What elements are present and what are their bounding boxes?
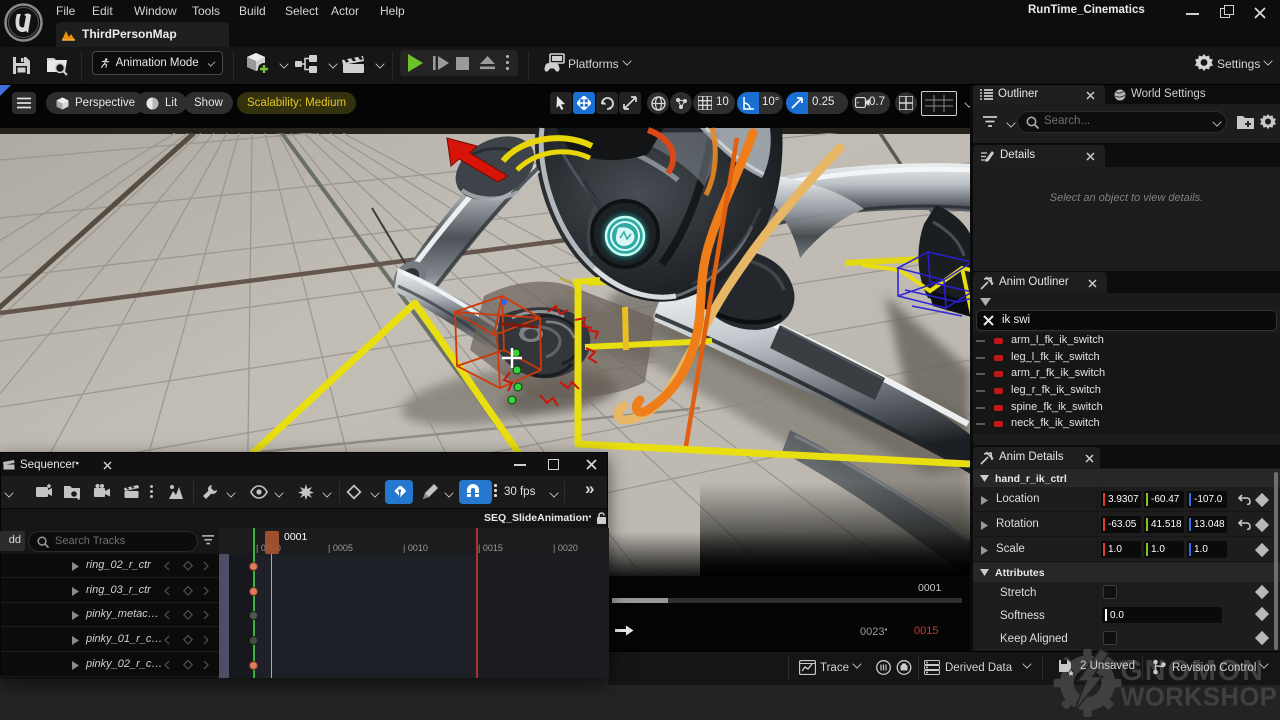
svg-text:WORKSHOP: WORKSHOP <box>1120 683 1277 711</box>
